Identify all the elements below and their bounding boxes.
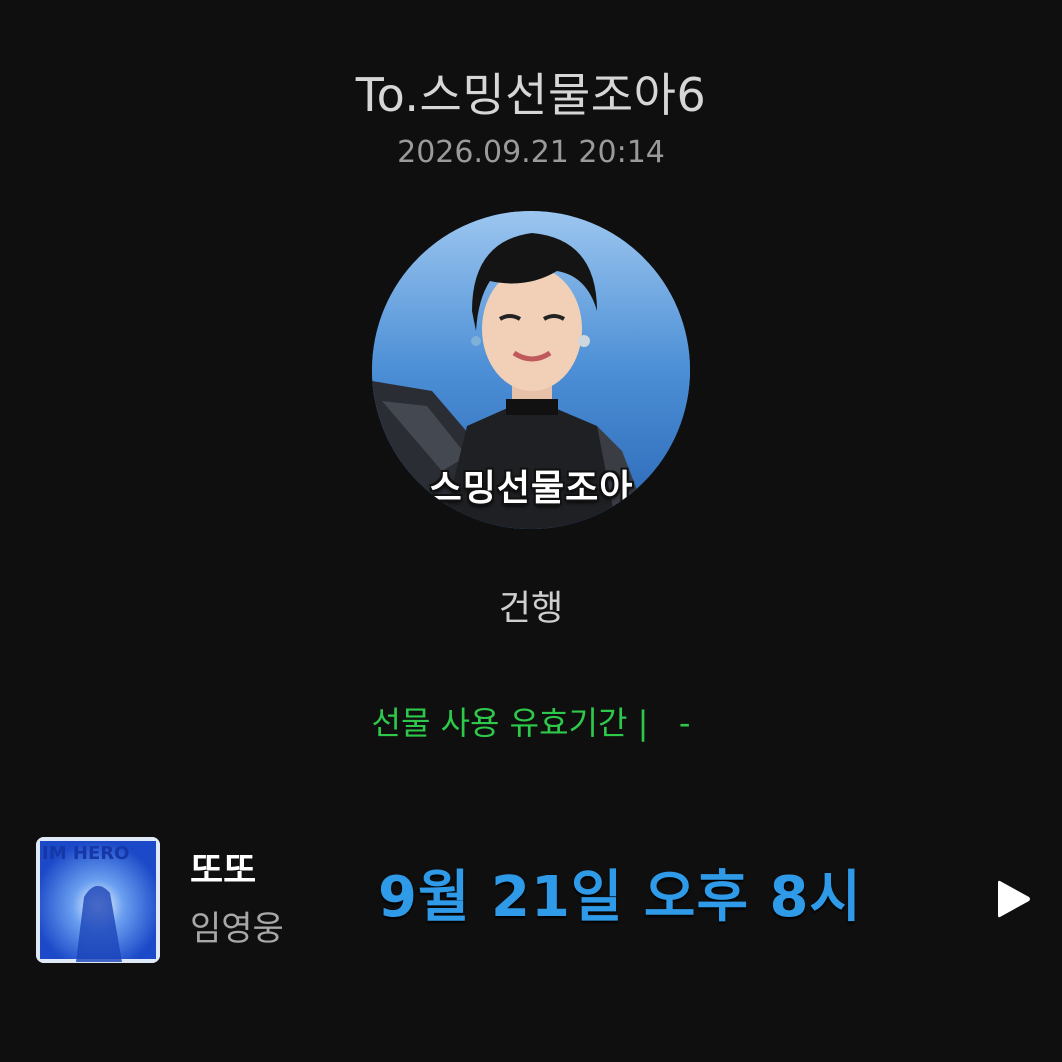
gift-datetime: 2026.09.21 20:14 xyxy=(397,135,665,170)
profile-image: 스밍선물조아 xyxy=(372,211,690,529)
play-icon xyxy=(998,880,1030,918)
album-art[interactable]: IM HERO xyxy=(36,837,160,963)
gift-validity: 선물 사용 유효기간 | - xyxy=(371,704,691,742)
gift-message: 건행 xyxy=(498,589,564,629)
profile-caption: 스밍선물조아 xyxy=(428,468,634,509)
album-cover-illustration: IM HERO xyxy=(36,837,160,963)
play-button[interactable] xyxy=(990,876,1036,922)
song-artist: 임영웅 xyxy=(190,909,284,949)
album-art-text: IM HERO xyxy=(42,843,129,864)
recipient-title: To.스밍선물조아6 xyxy=(355,68,707,122)
overlay-date-text: 9월 21일 오후 8시 xyxy=(378,865,862,930)
song-title: 또또 xyxy=(190,850,257,891)
